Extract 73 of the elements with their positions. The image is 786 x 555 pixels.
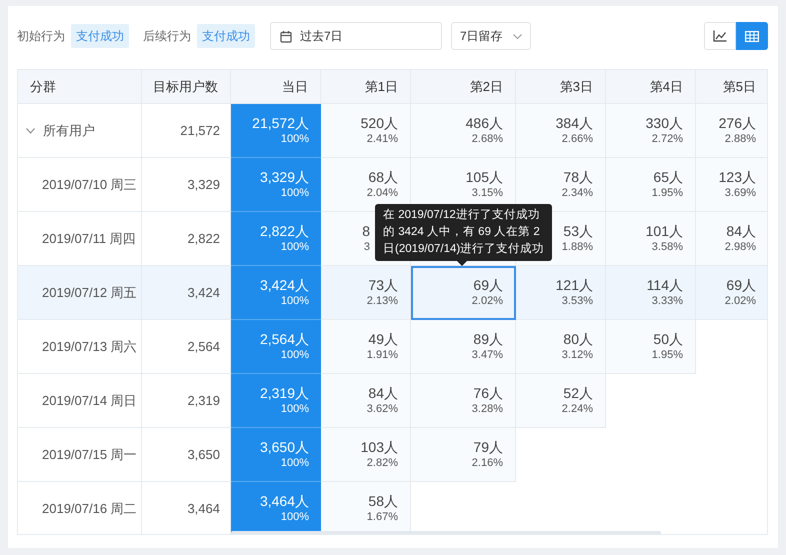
retention-cell[interactable]: 80人 3.12% bbox=[516, 320, 606, 374]
row-label-cell: 2019/07/11 周四 bbox=[18, 212, 142, 266]
retention-cell[interactable]: 384人 2.66% bbox=[516, 104, 606, 158]
retention-rate: 100% bbox=[280, 402, 309, 416]
column-header: 第4日 bbox=[606, 70, 696, 103]
retention-cell[interactable]: 84人 2.98% bbox=[696, 212, 767, 266]
user-count: 2,564人 bbox=[260, 331, 309, 348]
user-count: 2,319人 bbox=[260, 385, 309, 402]
retention-cell[interactable]: 101人 3.58% bbox=[606, 212, 696, 266]
filter-label: 初始行为 bbox=[17, 28, 65, 45]
user-count: 2,822人 bbox=[260, 223, 309, 240]
user-count: 21,572人 bbox=[252, 115, 309, 132]
retention-cell[interactable]: 114人 3.33% bbox=[606, 266, 696, 320]
table-icon bbox=[745, 30, 759, 42]
target-count-cell: 3,329 bbox=[142, 158, 231, 212]
chevron-down-icon[interactable] bbox=[26, 128, 35, 134]
retention-dropdown[interactable]: 7日留存 bbox=[451, 22, 531, 50]
target-count-cell: 3,650 bbox=[142, 428, 231, 482]
line-chart-icon bbox=[713, 30, 727, 42]
column-header: 第2日 bbox=[411, 70, 516, 103]
user-count: 3,464人 bbox=[260, 493, 309, 510]
row-label-cell: 2019/07/12 周五 bbox=[18, 266, 142, 320]
retention-cell[interactable]: 52人 2.24% bbox=[516, 374, 606, 428]
retention-rate: 100% bbox=[280, 132, 309, 146]
retention-cell[interactable]: 486人 2.68% bbox=[411, 104, 516, 158]
retention-cell[interactable]: 50人 1.95% bbox=[606, 320, 696, 374]
retention-cell[interactable]: 103人 2.82% bbox=[321, 428, 411, 482]
retention-rate: 100% bbox=[280, 294, 309, 308]
retention-rate: 100% bbox=[280, 348, 309, 362]
calendar-icon bbox=[280, 30, 292, 42]
retention-rate: 100% bbox=[280, 240, 309, 254]
column-header: 第1日 bbox=[321, 70, 411, 103]
retention-cell[interactable]: 69人 2.02% bbox=[411, 266, 516, 320]
retention-rate: 100% bbox=[280, 510, 309, 524]
retention-cell[interactable]: 276人 2.88% bbox=[696, 104, 767, 158]
retention-cell[interactable]: 123人 3.69% bbox=[696, 158, 767, 212]
row-label-cell: 2019/07/10 周三 bbox=[18, 158, 142, 212]
retention-cell[interactable]: 520人 2.41% bbox=[321, 104, 411, 158]
column-header: 分群 bbox=[18, 70, 142, 103]
retention-cell[interactable]: 89人 3.47% bbox=[411, 320, 516, 374]
caret-icon bbox=[513, 34, 522, 38]
retention-cell[interactable]: 69人 2.02% bbox=[696, 266, 767, 320]
retention-rate: 100% bbox=[280, 456, 309, 470]
retention-cell[interactable]: 330人 2.72% bbox=[606, 104, 696, 158]
date-range-field[interactable]: 过去7日 bbox=[270, 22, 442, 50]
row-label-cell[interactable]: 所有用户 bbox=[18, 104, 142, 158]
column-header: 目标用户数 bbox=[142, 70, 231, 103]
target-count-cell: 2,319 bbox=[142, 374, 231, 428]
target-count-cell: 3,424 bbox=[142, 266, 231, 320]
retention-cell[interactable]: 84人 3.62% bbox=[321, 374, 411, 428]
target-count-cell: 2,822 bbox=[142, 212, 231, 266]
user-count: 3,650人 bbox=[260, 439, 309, 456]
column-header: 当日 bbox=[231, 70, 321, 103]
user-count: 3,329人 bbox=[260, 169, 309, 186]
user-count: 3,424人 bbox=[260, 277, 309, 294]
filter-label: 后续行为 bbox=[143, 28, 191, 45]
target-count-cell: 2,564 bbox=[142, 320, 231, 374]
column-header: 第5日 bbox=[696, 70, 767, 103]
retention-cell[interactable]: 121人 3.53% bbox=[516, 266, 606, 320]
retention-rate: 100% bbox=[280, 186, 309, 200]
row-label-cell: 2019/07/15 周一 bbox=[18, 428, 142, 482]
retention-cell[interactable]: 58人 1.67% bbox=[321, 482, 411, 534]
retention-cell[interactable]: 79人 2.16% bbox=[411, 428, 516, 482]
row-label-cell: 2019/07/14 周日 bbox=[18, 374, 142, 428]
retention-cell[interactable]: 49人 1.91% bbox=[321, 320, 411, 374]
column-header: 第3日 bbox=[516, 70, 606, 103]
line-chart-button[interactable] bbox=[704, 22, 736, 50]
retention-cell[interactable]: 76人 3.28% bbox=[411, 374, 516, 428]
retention-cell[interactable]: 65人 1.95% bbox=[606, 158, 696, 212]
target-count-cell: 21,572 bbox=[142, 104, 231, 158]
retention-cell[interactable]: 73人 2.13% bbox=[321, 266, 411, 320]
tooltip-pointer bbox=[457, 261, 467, 266]
row-label-cell: 2019/07/13 周六 bbox=[18, 320, 142, 374]
